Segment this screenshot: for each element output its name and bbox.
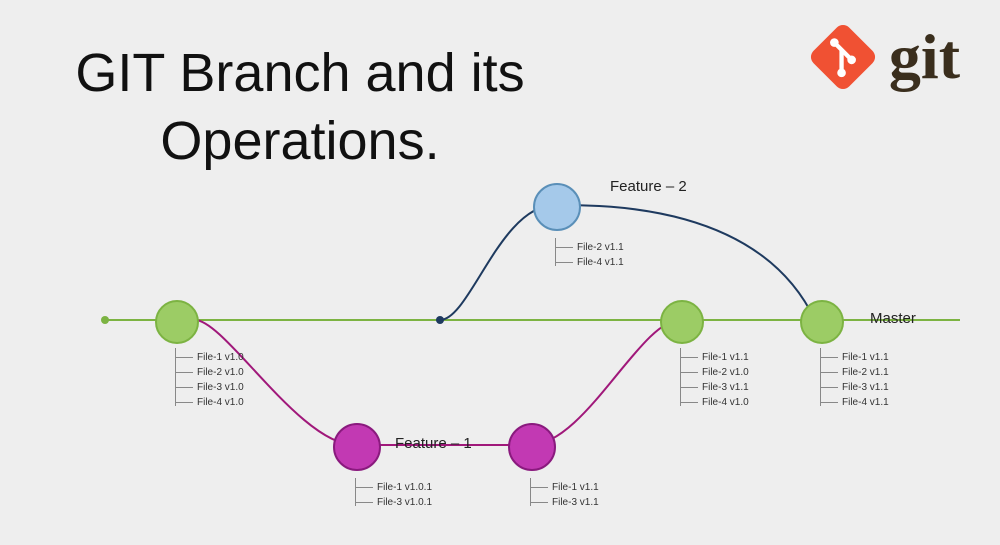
commit-master-merge-f2 <box>800 300 844 344</box>
files-master-1: File-1 v1.0 File-2 v1.0 File-3 v1.0 File… <box>175 350 244 410</box>
branch-diagram: Feature – 2 Feature – 1 Master File-1 v1… <box>0 160 1000 545</box>
git-logo: git <box>807 20 960 94</box>
commit-feature1-b <box>508 423 556 471</box>
files-master-final: File-1 v1.1 File-2 v1.1 File-3 v1.1 File… <box>820 350 889 410</box>
commit-master-merge-f1 <box>660 300 704 344</box>
files-feature1-a: File-1 v1.0.1 File-3 v1.0.1 <box>355 480 432 510</box>
label-feature1: Feature – 1 <box>395 435 472 452</box>
label-feature2: Feature – 2 <box>610 178 687 195</box>
files-feature2: File-2 v1.1 File-4 v1.1 <box>555 240 624 270</box>
git-logo-text: git <box>889 20 960 94</box>
commit-feature2 <box>533 183 581 231</box>
commit-feature1-a <box>333 423 381 471</box>
page-title: GIT Branch and its Operations. <box>20 40 580 175</box>
git-diamond-icon <box>807 21 879 93</box>
files-master-merge-f1: File-1 v1.1 File-2 v1.0 File-3 v1.1 File… <box>680 350 749 410</box>
label-master: Master <box>870 310 916 327</box>
commit-master-1 <box>155 300 199 344</box>
files-feature1-b: File-1 v1.1 File-3 v1.1 <box>530 480 599 510</box>
